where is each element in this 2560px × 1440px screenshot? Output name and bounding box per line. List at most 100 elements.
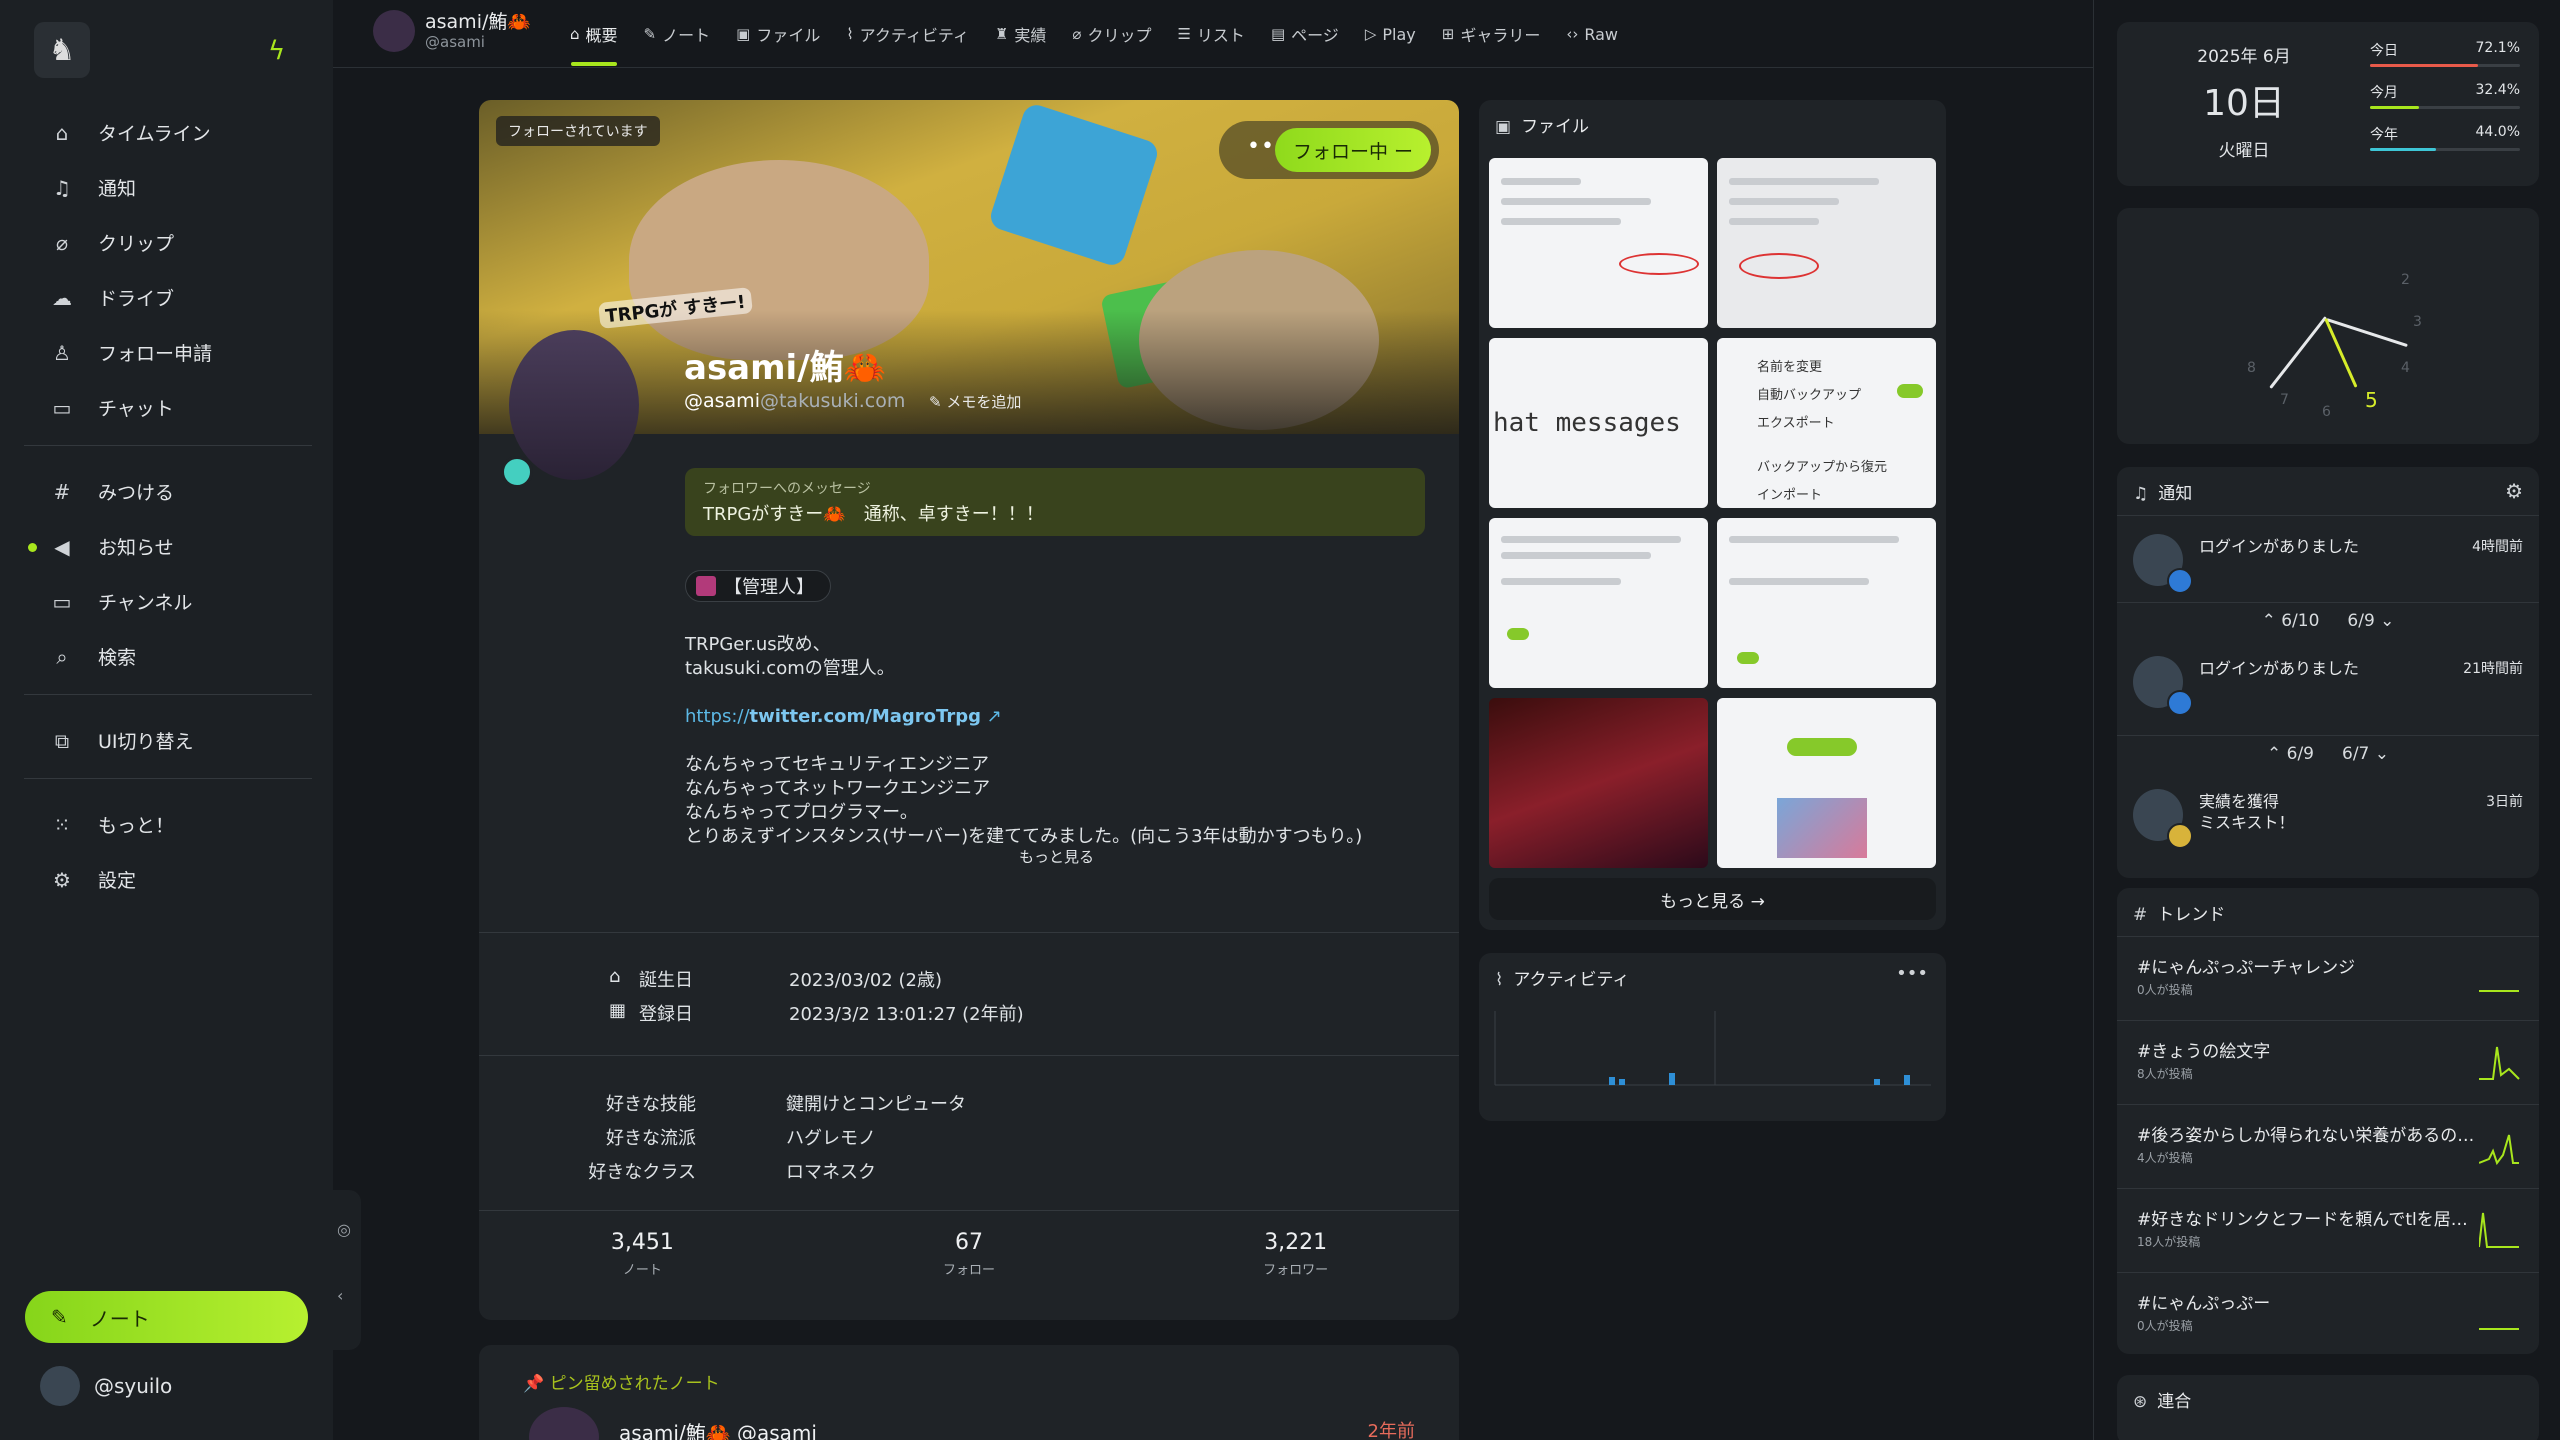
trend-item[interactable]: #きょうの絵文字 8人が投稿 [2117, 1020, 2539, 1104]
sidebar-item-notifications[interactable]: ♫ 通知 [24, 160, 312, 215]
notifications-widget: ♫ 通知 ⚙ ログインがありました 4時間前 ⌃ 6/10 6/9 ⌄ ログインがあ… [2117, 467, 2539, 878]
progress-bar: 今年 44.0% [2370, 124, 2520, 151]
activity-bar [1874, 1079, 1880, 1085]
notification-item[interactable]: ログインがありました 21時間前 [2117, 638, 2539, 738]
clock-numeral: 2 [2401, 272, 2410, 288]
megaphone-icon: ◀ [54, 534, 70, 559]
clock-widget: 2 3 4 6 7 8 5 [2117, 208, 2539, 444]
file-thumbnail[interactable]: hat messages [1489, 338, 1708, 508]
date-divider: ⌃ 6/9 6/7 ⌄ [2117, 735, 2539, 771]
instance-logo[interactable]: ♞ [34, 22, 90, 78]
sidebar-item-drive[interactable]: ☁ ドライブ [24, 270, 312, 325]
tab-icon: ☰ [1177, 25, 1191, 43]
progress-bar: 今日 72.1% [2370, 40, 2520, 67]
file-thumbnail[interactable]: 名前を変更 自動バックアップ エクスポート バックアップから復元 インポート [1717, 338, 1936, 508]
sidebar-item-announcements[interactable]: ◀ お知らせ [24, 519, 312, 574]
divider [479, 1055, 1459, 1056]
tab-4[interactable]: ♜ 実績 [982, 0, 1059, 68]
tab-icon: ‹› [1566, 25, 1579, 43]
sidebar-item-more[interactable]: ⁙ もっと！ [24, 797, 312, 852]
tab-icon: ▣ [736, 25, 751, 43]
hash-icon: # [2133, 905, 2148, 925]
show-more-button[interactable]: もっと見る [1019, 846, 1094, 867]
trends-widget: # トレンド #にゃんぷっぷーチャレンジ 0人が投稿 #きょうの絵文字 8人が投稿 #後ろ… [2117, 888, 2539, 1354]
compose-note-button[interactable]: ✎ ノート [25, 1291, 308, 1343]
profile-tabs: ⌂ 概要 ✎ ノート ▣ ファイル ⌇ アクティビティ ♜ 実績 ⌀ クリップ ☰ リスト ▤ ページ ▷ Pla… [557, 0, 1631, 68]
bio-link[interactable]: https://twitter.com/MagroTrpg ↗ [685, 706, 1002, 727]
file-thumbnail[interactable] [1717, 698, 1936, 868]
files-widget: ▣ ファイル hat messages 名前を変更 自動バックアップ エクスポート… [1479, 100, 1946, 930]
trend-item[interactable]: #にゃんぷっぷーチャレンジ 0人が投稿 [2117, 936, 2539, 1020]
sidebar-toggle[interactable]: ◎ ‹ [333, 1190, 361, 1350]
chat-icon: ▭ [52, 395, 72, 420]
tab-1[interactable]: ✎ ノート [631, 0, 724, 68]
count-2[interactable]: 3,221 フォロワー [1132, 1230, 1459, 1278]
divider [479, 1210, 1459, 1211]
follow-button[interactable]: フォロー中 ー [1275, 128, 1431, 172]
file-thumbnail[interactable] [1717, 158, 1936, 328]
account-menu[interactable]: @syuilo [40, 1366, 172, 1406]
sidebar-item-channels[interactable]: ▭ チャンネル [24, 574, 312, 629]
count-1[interactable]: 67 フォロー [806, 1230, 1133, 1278]
clock-numeral: 7 [2280, 392, 2289, 408]
tab-7[interactable]: ▤ ページ [1258, 0, 1352, 68]
avatar [40, 1366, 80, 1406]
sidebar-divider [24, 778, 312, 779]
file-thumbnail[interactable] [1489, 158, 1708, 328]
notifications-widget-title: ♫ 通知 [2133, 484, 2193, 504]
sidebar-item-chat[interactable]: ▭ チャット [24, 380, 312, 435]
trend-sparkline [2479, 1212, 2519, 1248]
tab-icon: ⌂ [570, 25, 580, 43]
profile-avatar[interactable] [509, 330, 639, 480]
sidebar-item-timeline[interactable]: ⌂ タイムライン [24, 105, 312, 160]
header-user[interactable]: asami/鮪🦀 @asami [373, 10, 531, 52]
tab-5[interactable]: ⌀ クリップ [1059, 0, 1164, 68]
tab-6[interactable]: ☰ リスト [1164, 0, 1257, 68]
tab-icon: ♜ [994, 25, 1009, 43]
federation-widget: ⊛ 連合 [2117, 1375, 2539, 1440]
sidebar-item-search[interactable]: ⌕ 検索 [24, 629, 312, 684]
tab-10[interactable]: ‹› Raw [1553, 0, 1631, 68]
tab-8[interactable]: ▷ Play [1352, 0, 1429, 68]
files-widget-title: ▣ ファイル [1495, 117, 1590, 137]
sidebar-item-clips[interactable]: ⌀ クリップ [24, 215, 312, 270]
activity-bar [1619, 1079, 1625, 1085]
tab-icon: ⊞ [1441, 25, 1455, 43]
tab-icon: ⌇ [846, 25, 854, 43]
sidebar-item-settings[interactable]: ⚙ 設定 [24, 852, 312, 907]
notification-item[interactable]: 実績を獲得 ミスキスト！ 3日前 [2117, 771, 2539, 871]
bell-icon: ♫ [53, 175, 71, 200]
tab-9[interactable]: ⊞ ギャラリー [1429, 0, 1554, 68]
file-thumbnail[interactable] [1489, 698, 1708, 868]
search-icon: ⌕ [56, 644, 68, 669]
sidebar-item-explore[interactable]: # みつける [24, 464, 312, 519]
tab-2[interactable]: ▣ ファイル [723, 0, 833, 68]
role-badge[interactable]: 【管理人】 [685, 570, 831, 602]
date-divider: ⌃ 6/10 6/9 ⌄ [2117, 602, 2539, 638]
trend-item[interactable]: #にゃんぷっぷー 0人が投稿 [2117, 1272, 2539, 1354]
tab-3[interactable]: ⌇ アクティビティ [833, 0, 982, 68]
trend-item[interactable]: #後ろ姿からしか得られない栄養があるの… 4人が投稿 [2117, 1104, 2539, 1188]
profile-counts: 3,451 ノート 67 フォロー 3,221 フォロワー [479, 1230, 1459, 1278]
file-thumbnail[interactable] [1489, 518, 1708, 688]
progress-fill [2370, 148, 2436, 151]
activity-widget: ⌇ アクティビティ ••• [1479, 953, 1946, 1121]
add-memo-button[interactable]: ✎ メモを追加 [929, 391, 1021, 412]
activity-bar [1669, 1073, 1675, 1085]
files-more-button[interactable]: もっと見る → [1489, 878, 1936, 920]
lightning-icon[interactable]: ϟ [268, 36, 285, 66]
target-icon: ◎ [337, 1220, 351, 1239]
trend-item[interactable]: #好きなドリンクとフードを頼んでtlを居… 18人が投稿 [2117, 1188, 2539, 1272]
sidebar-item-ui-switch[interactable]: ⧉ UI切り替え [24, 713, 312, 768]
file-thumbnail[interactable] [1717, 518, 1936, 688]
external-link-icon: ↗ [986, 706, 1002, 727]
calendar-widget: 2025年 6月 10日 火曜日 今日 72.1% 今月 32.4% 今年 44.0% [2117, 22, 2539, 186]
notification-item[interactable]: ログインがありました 4時間前 [2117, 515, 2539, 615]
follower-message: フォロワーへのメッセージ TRPGがすきー🦀 通称、卓すきー！！！ [685, 468, 1425, 536]
gear-icon[interactable]: ⚙ [2505, 479, 2523, 503]
clock-numeral: 4 [2401, 360, 2410, 376]
count-0[interactable]: 3,451 ノート [479, 1230, 806, 1278]
sidebar-item-follow-requests[interactable]: ♙ フォロー申請 [24, 325, 312, 380]
tab-0[interactable]: ⌂ 概要 [557, 0, 631, 68]
avatar [529, 1407, 599, 1440]
